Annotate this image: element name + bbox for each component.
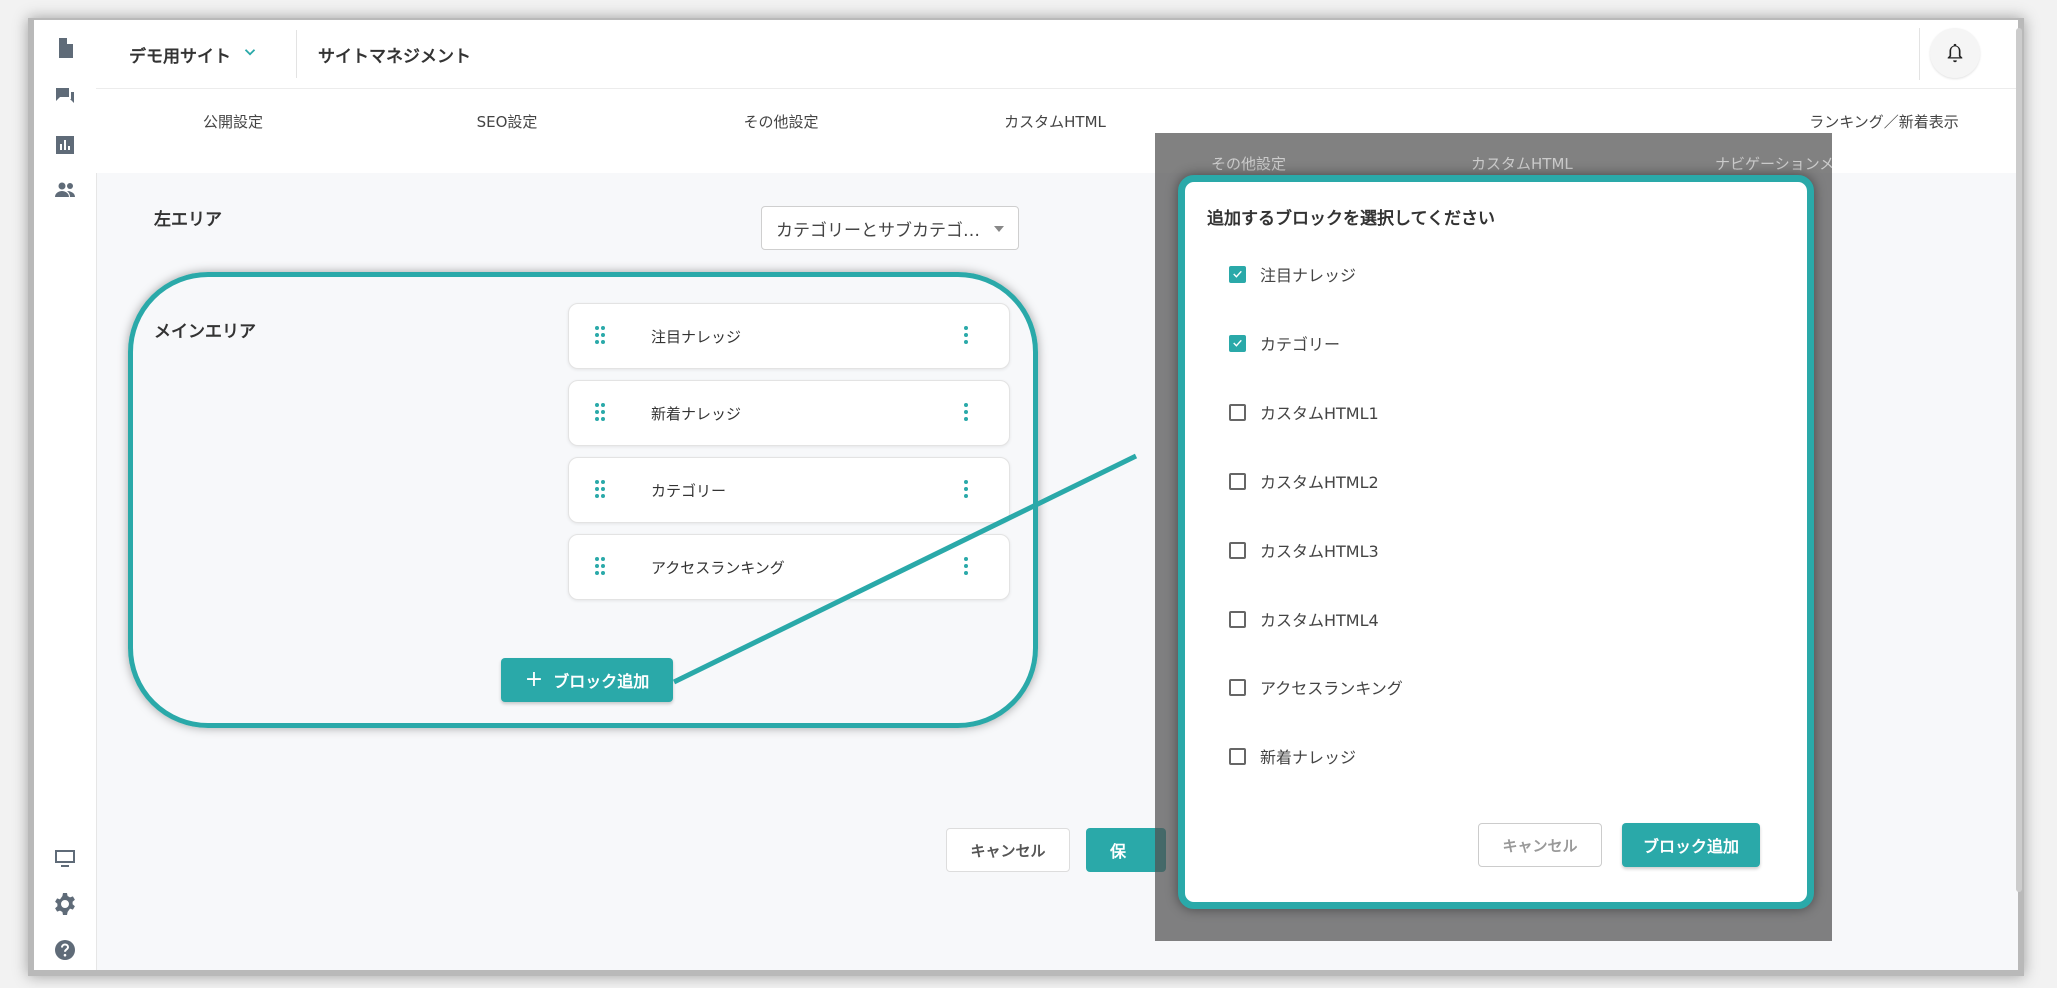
left-area-select-value: カテゴリーとサブカテゴ… xyxy=(776,220,980,241)
tab-ranking-new[interactable]: ランキング／新着表示 xyxy=(1809,111,1959,132)
checkbox-icon[interactable] xyxy=(1229,610,1246,628)
checkbox-icon[interactable] xyxy=(1229,747,1246,765)
option-label: カスタムHTML3 xyxy=(1260,542,1379,561)
option-custom-html1[interactable]: カスタムHTML1 xyxy=(1229,400,1379,424)
add-block-dialog: 追加するブロックを選択してください 注目ナレッジ カテゴリー カスタムHTML1… xyxy=(1178,175,1814,909)
cancel-button[interactable]: キャンセル xyxy=(946,828,1070,872)
help-icon[interactable] xyxy=(51,936,79,964)
tab-publish-settings[interactable]: 公開設定 xyxy=(203,111,263,132)
highlight-callout xyxy=(128,272,1038,728)
top-header: デモ用サイト サイトマネジメント xyxy=(96,20,2018,89)
save-button[interactable]: 保 xyxy=(1086,828,1166,872)
option-custom-html3[interactable]: カスタムHTML3 xyxy=(1229,538,1379,562)
tab-other-settings[interactable]: その他設定 xyxy=(743,111,818,132)
dialog-title: 追加するブロックを選択してください xyxy=(1207,209,1495,229)
option-access-ranking[interactable]: アクセスランキング xyxy=(1229,675,1403,699)
option-label: 新着ナレッジ xyxy=(1260,748,1357,767)
dialog-add-block-button[interactable]: ブロック追加 xyxy=(1622,823,1760,867)
option-label: カスタムHTML4 xyxy=(1260,611,1379,630)
scrollbar-thumb[interactable] xyxy=(2016,28,2022,892)
option-label: カテゴリー xyxy=(1260,335,1341,354)
gear-icon[interactable] xyxy=(51,890,79,918)
checkbox-icon[interactable] xyxy=(1229,403,1246,421)
checkbox-checked-icon[interactable] xyxy=(1229,334,1246,352)
checkbox-icon[interactable] xyxy=(1229,541,1246,559)
chat-icon[interactable] xyxy=(51,82,79,110)
dialog-cancel-button[interactable]: キャンセル xyxy=(1478,823,1602,867)
option-label: 注目ナレッジ xyxy=(1260,266,1357,285)
option-label: アクセスランキング xyxy=(1260,679,1403,698)
checkbox-checked-icon[interactable] xyxy=(1229,265,1246,283)
site-name: デモ用サイト xyxy=(129,47,231,67)
checkbox-icon[interactable] xyxy=(1229,472,1246,490)
header-divider xyxy=(296,30,297,78)
dropdown-arrow-icon xyxy=(994,226,1004,232)
option-new-knowledge[interactable]: 新着ナレッジ xyxy=(1229,744,1356,768)
bell-icon[interactable] xyxy=(1930,28,1980,78)
bar-chart-icon[interactable] xyxy=(51,131,79,159)
option-label: カスタムHTML2 xyxy=(1260,473,1379,492)
tab-seo-settings[interactable]: SEO設定 xyxy=(477,111,538,132)
app-window: デモ用サイト サイトマネジメント 公開設定 SEO設定 その他設定 カスタムHT… xyxy=(34,20,2018,970)
document-icon[interactable] xyxy=(51,34,79,62)
page-title: サイトマネジメント xyxy=(318,47,471,67)
people-icon[interactable] xyxy=(51,176,79,204)
header-divider-right xyxy=(1919,28,1920,80)
site-selector[interactable]: デモ用サイト xyxy=(129,42,259,67)
overlay-tab-other: その他設定 xyxy=(1211,155,1287,173)
left-area-label: 左エリア xyxy=(154,210,222,230)
sidebar xyxy=(34,20,97,970)
tab-custom-html[interactable]: カスタムHTML xyxy=(1004,111,1106,132)
overlay-tab-navigation: ナビゲーションメ xyxy=(1715,155,1832,173)
option-custom-html2[interactable]: カスタムHTML2 xyxy=(1229,469,1379,493)
option-label: カスタムHTML1 xyxy=(1260,404,1379,423)
left-area-select[interactable]: カテゴリーとサブカテゴ… xyxy=(761,206,1019,250)
scrollbar[interactable] xyxy=(2015,22,2023,972)
option-custom-html4[interactable]: カスタムHTML4 xyxy=(1229,607,1379,631)
option-category[interactable]: カテゴリー xyxy=(1229,331,1340,355)
checkbox-icon[interactable] xyxy=(1229,678,1246,696)
monitor-icon[interactable] xyxy=(51,844,79,872)
overlay-tab-custom-html: カスタムHTML xyxy=(1471,155,1573,173)
chevron-down-icon xyxy=(241,43,259,66)
option-featured-knowledge[interactable]: 注目ナレッジ xyxy=(1229,262,1356,286)
